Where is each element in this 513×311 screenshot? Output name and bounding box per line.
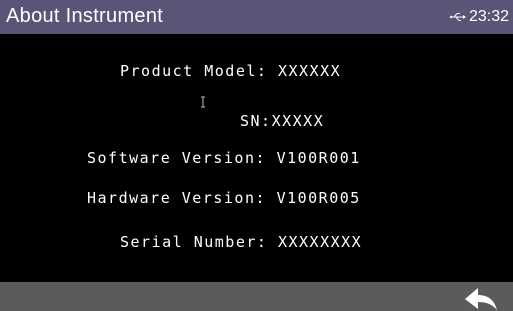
about-instrument-screen: About Instrument 23:32 Product Model: XX… [0, 0, 513, 311]
software-version-value: V100R001 [276, 149, 361, 167]
sn-label: SN: [240, 112, 272, 130]
back-arrow-icon [465, 288, 497, 310]
product-model-label: Product Model: [120, 62, 268, 80]
text-cursor-icon [201, 96, 205, 108]
software-version-row: Software Version: V100R001 [87, 149, 361, 167]
instrument-info-panel: Product Model: XXXXXX SN:XXXXX Software … [0, 34, 513, 282]
software-version-label: Software Version: [87, 149, 267, 167]
clock-time: 23:32 [468, 8, 509, 25]
product-model-row: Product Model: XXXXXX [120, 62, 341, 80]
sn-row: SN:XXXXX [240, 112, 324, 130]
hardware-version-row: Hardware Version: V100R005 [87, 189, 361, 207]
bottom-bar [0, 282, 513, 311]
title-bar: About Instrument 23:32 [0, 0, 513, 34]
sn-value: XXXXX [271, 112, 325, 130]
status-area: 23:32 [449, 8, 509, 26]
serial-number-value: XXXXXXXX [277, 233, 363, 251]
page-title: About Instrument [6, 5, 164, 27]
usb-icon [449, 13, 466, 21]
hardware-version-value: V100R005 [276, 189, 361, 207]
serial-number-label: Serial Number: [120, 233, 268, 251]
back-button[interactable] [463, 286, 499, 311]
product-model-value: XXXXXX [277, 62, 342, 80]
hardware-version-label: Hardware Version: [87, 189, 267, 207]
serial-number-row: Serial Number: XXXXXXXX [120, 233, 362, 251]
